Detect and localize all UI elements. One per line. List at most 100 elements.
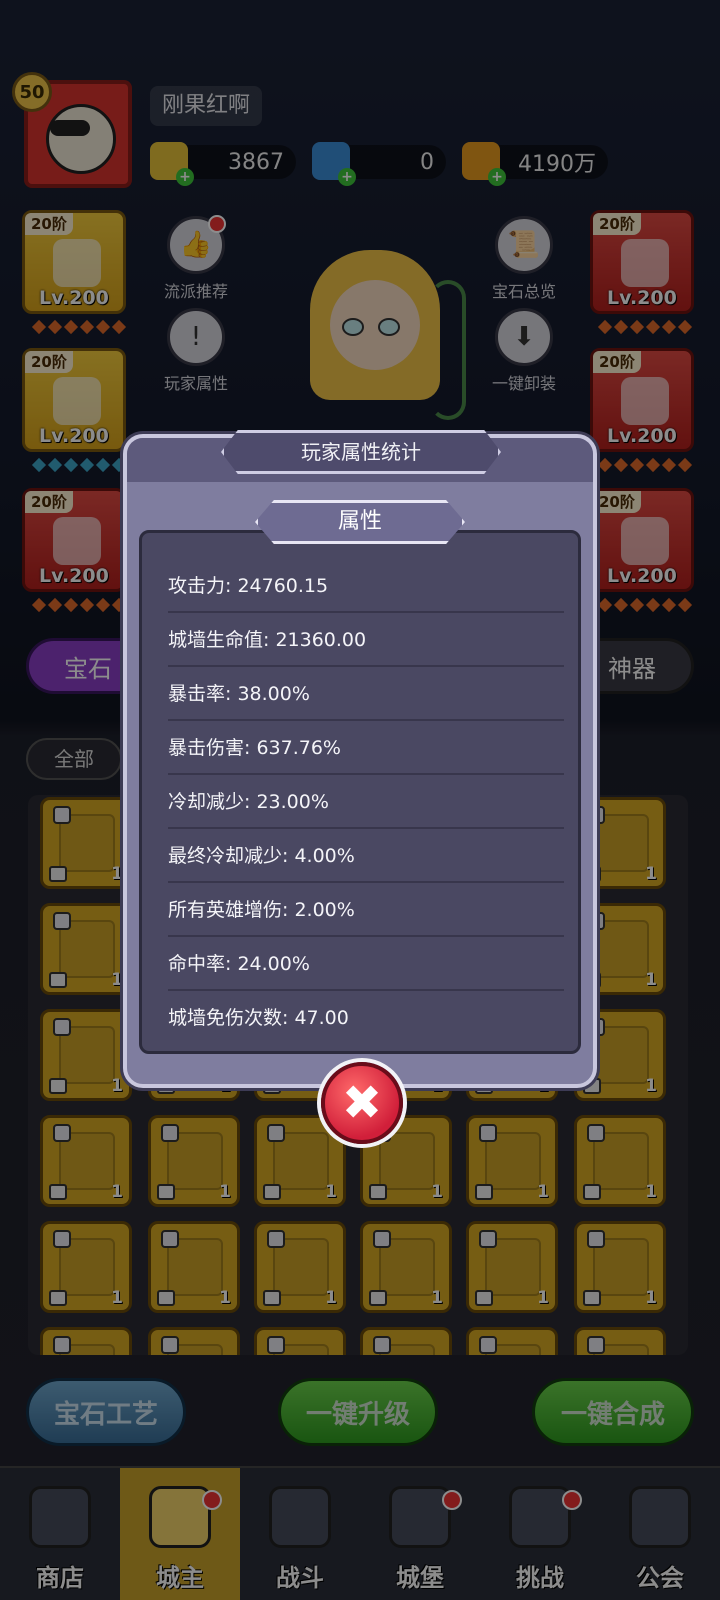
nav-label: 城主 (156, 1564, 204, 1592)
equip-level: Lv.200 (607, 425, 677, 447)
gem-slot[interactable]: 1 (40, 1221, 132, 1313)
gem-slot[interactable]: 1 (254, 1221, 346, 1313)
gem-type-icon (475, 1290, 493, 1306)
gem-count: 1 (325, 1182, 337, 1202)
gem-type-icon (49, 1290, 67, 1306)
equip-tier: 20阶 (25, 491, 73, 513)
notification-dot (562, 1490, 582, 1510)
gem-type-icon (49, 1078, 67, 1094)
unequip-all-button[interactable]: ⬇ 一键卸装 (474, 308, 574, 394)
stat-crit-rate: 暴击率: 38.00% (168, 667, 564, 721)
plus-icon[interactable]: + (488, 168, 506, 186)
gem-type-icon (369, 1184, 387, 1200)
staff-icon (621, 239, 669, 287)
gem-slot[interactable]: 1 (40, 1327, 132, 1355)
stat-wall-block: 城墙免伤次数: 47.00 (168, 1007, 349, 1029)
gem-count: 1 (537, 1288, 549, 1308)
gem-slot[interactable]: 1 (148, 1327, 240, 1355)
gem-slot[interactable]: 1 (40, 1115, 132, 1207)
stats-panel: 攻击力: 24760.15 城墙生命值: 21360.00 暴击率: 38.00… (139, 530, 581, 1054)
close-button[interactable]: ✖ (321, 1062, 403, 1144)
gem-slot[interactable]: 1 (466, 1327, 558, 1355)
gem-slot[interactable]: 1 (148, 1115, 240, 1207)
stat-attack: 攻击力: 24760.15 (168, 559, 564, 613)
gem-slot[interactable]: 1 (40, 903, 132, 995)
necklace-icon (621, 517, 669, 565)
plus-icon[interactable]: + (338, 168, 356, 186)
gem-count: 1 (219, 1288, 231, 1308)
resource-potion[interactable]: 0 + (312, 142, 446, 186)
filter-dropdown[interactable]: 全部 (26, 738, 122, 780)
equip-slot-hat[interactable]: 20阶 Lv.200 (22, 210, 126, 314)
gem-count: 1 (645, 1076, 657, 1096)
gem-type-icon (583, 1290, 601, 1306)
gem-count: 1 (111, 970, 123, 990)
nav-guild[interactable]: 公会 (600, 1468, 720, 1600)
gem-overview-button[interactable]: 📜 宝石总览 (474, 216, 574, 302)
gem-slot[interactable]: 1 (574, 1327, 666, 1355)
hero-eye (342, 318, 364, 336)
lock-icon (161, 1336, 179, 1354)
stat-crit-damage: 暴击伤害: 637.76% (168, 721, 564, 775)
nav-battle[interactable]: 战斗 (240, 1468, 360, 1600)
gem-craft-button[interactable]: 宝石工艺 (26, 1378, 186, 1446)
tab-gem-label: 宝石 (64, 654, 112, 683)
player-level-badge: 50 (12, 72, 52, 112)
nav-lord[interactable]: 城主 (120, 1468, 240, 1600)
upgrade-all-button[interactable]: 一键升级 (278, 1378, 438, 1446)
gem-count: 1 (111, 864, 123, 884)
equip-slot-ring[interactable]: 20阶 Lv.200 (590, 348, 694, 452)
gem-slot[interactable]: 1 (466, 1221, 558, 1313)
plus-icon[interactable]: + (176, 168, 194, 186)
thumbs-up-icon: 👍 (167, 215, 226, 274)
equip-slot-boots[interactable]: 20阶 Lv.200 (22, 488, 126, 592)
notification-dot (208, 215, 226, 233)
gem-socket-row (597, 457, 693, 473)
section-title: 属性 (255, 500, 465, 544)
nav-shop[interactable]: 商店 (0, 1468, 120, 1600)
castle-icon (389, 1486, 451, 1548)
gem-overview-label: 宝石总览 (491, 282, 556, 301)
nav-castle[interactable]: 城堡 (360, 1468, 480, 1600)
equip-slot-armor[interactable]: 20阶 Lv.200 (22, 348, 126, 452)
gem-slot[interactable]: 1 (574, 1221, 666, 1313)
stat-final-cooldown: 最终冷却减少: 4.00% (168, 829, 564, 883)
gem-slot[interactable]: 1 (466, 1115, 558, 1207)
gem-slot[interactable]: 1 (40, 797, 132, 889)
equip-tier: 20阶 (593, 213, 641, 235)
player-attributes-button[interactable]: ! 玩家属性 (146, 308, 246, 394)
gem-slot[interactable]: 1 (40, 1009, 132, 1101)
lock-icon (373, 1230, 391, 1248)
recommend-button[interactable]: 👍 流派推荐 (146, 215, 246, 302)
avatar-face (46, 104, 116, 174)
gem-count: 1 (325, 1288, 337, 1308)
stat-hero-damage: 所有英雄增伤: 2.00% (168, 883, 564, 937)
lock-icon (587, 1336, 605, 1354)
gem-slot[interactable]: 1 (360, 1221, 452, 1313)
lock-icon (479, 1336, 497, 1354)
gem-count: 1 (111, 1182, 123, 1202)
resource-gold[interactable]: 4190万 + (462, 142, 608, 186)
avatar-mask (50, 120, 90, 136)
gem-count: 1 (111, 1076, 123, 1096)
devil-icon (509, 1486, 571, 1548)
nav-challenge[interactable]: 挑战 (480, 1468, 600, 1600)
equip-tier: 20阶 (25, 351, 73, 373)
resource-gems[interactable]: 3867 + (150, 142, 296, 186)
lock-icon (267, 1336, 285, 1354)
equip-slot-necklace[interactable]: 20阶 Lv.200 (590, 488, 694, 592)
recommend-label: 流派推荐 (163, 282, 228, 301)
gem-slot[interactable]: 1 (574, 1115, 666, 1207)
gem-slot[interactable]: 1 (360, 1327, 452, 1355)
lock-icon (53, 1018, 71, 1036)
lock-icon (53, 1124, 71, 1142)
notification-dot (442, 1490, 462, 1510)
gem-slot[interactable]: 1 (148, 1221, 240, 1313)
unequip-all-label: 一键卸装 (491, 374, 556, 393)
equip-slot-staff[interactable]: 20阶 Lv.200 (590, 210, 694, 314)
gem-count: 1 (537, 1182, 549, 1202)
merge-all-button[interactable]: 一键合成 (532, 1378, 694, 1446)
gem-slot[interactable]: 1 (254, 1327, 346, 1355)
stat-hit-rate: 命中率: 24.00% (168, 937, 564, 991)
gem-count: 1 (645, 1182, 657, 1202)
